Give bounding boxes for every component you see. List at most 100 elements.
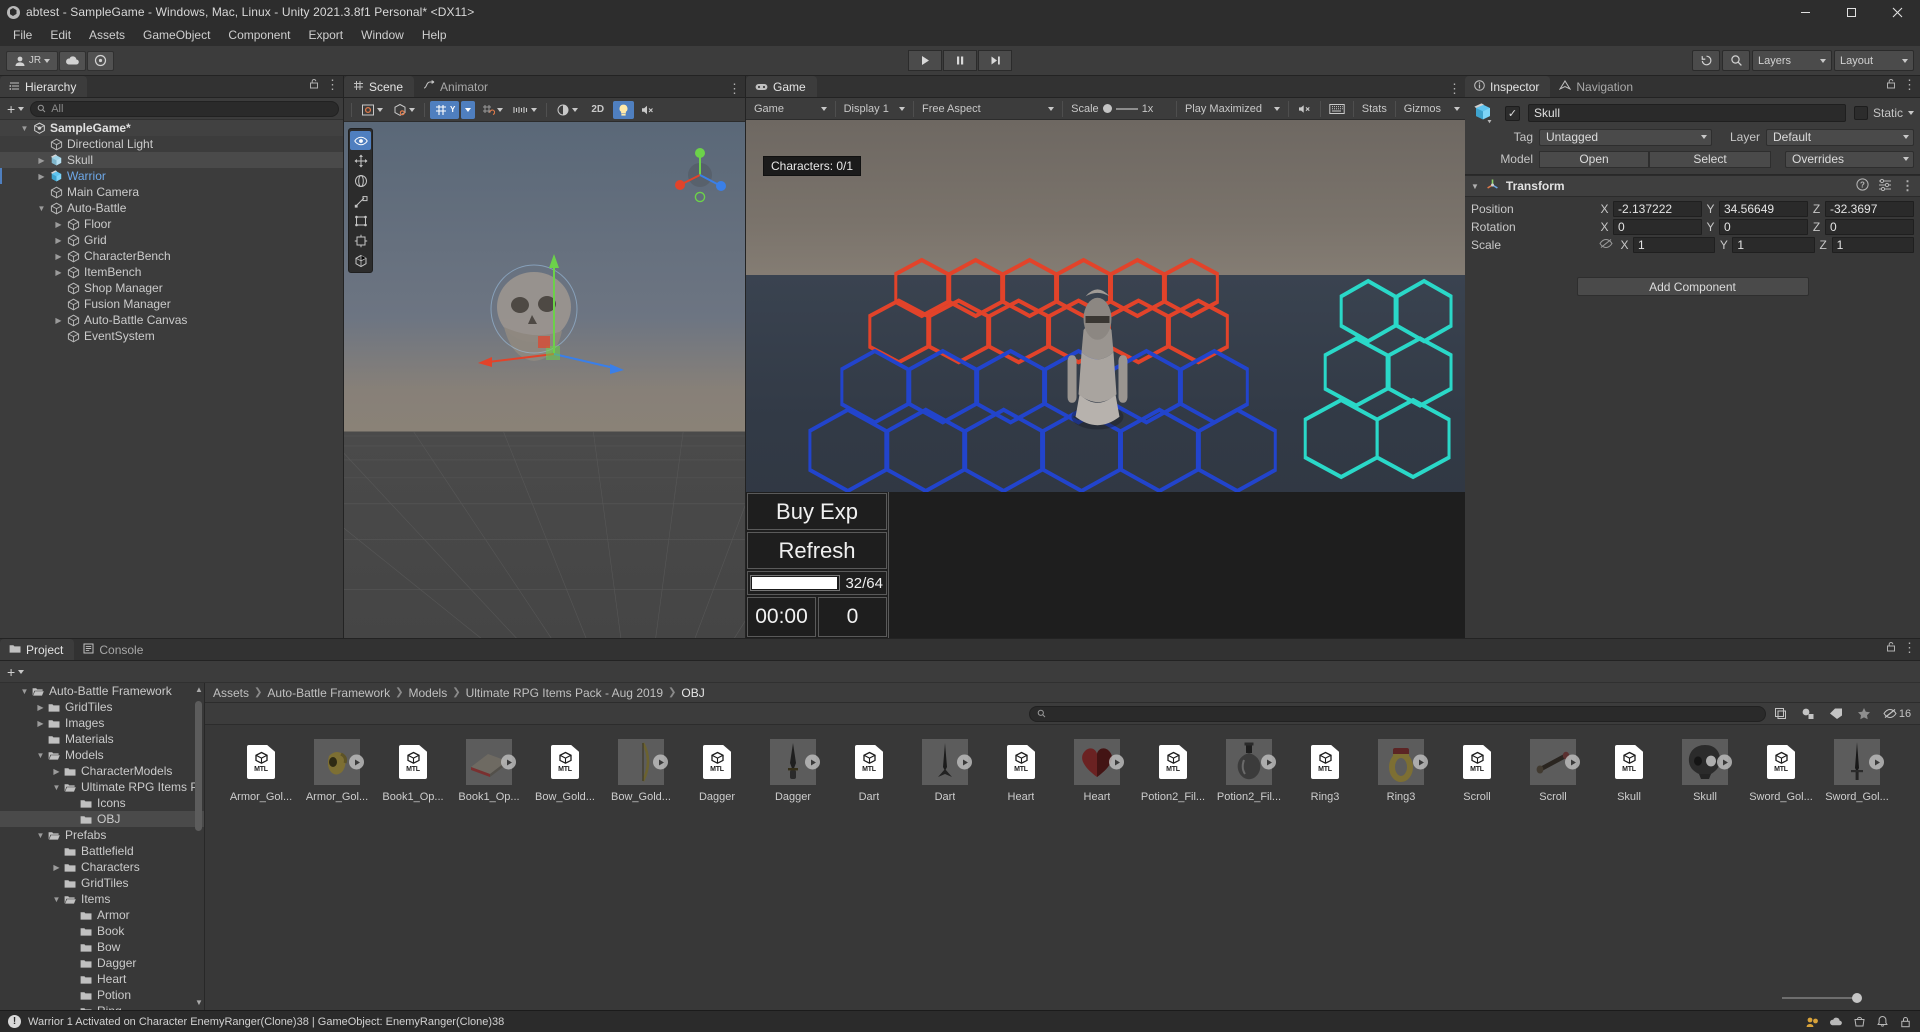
hierarchy-item-grid[interactable]: ▶ Grid — [0, 232, 343, 248]
project-add-button[interactable]: + — [4, 664, 27, 680]
expander-arrow[interactable]: ▼ — [34, 751, 47, 760]
scene-grid-snap-button[interactable] — [477, 101, 507, 119]
position-y-field[interactable]: 34.56649 — [1719, 201, 1808, 217]
overrides-dropdown[interactable]: Overrides — [1785, 150, 1914, 168]
scene-menu-icon[interactable]: ⋮ — [728, 82, 741, 95]
static-checkbox[interactable] — [1853, 106, 1868, 120]
menu-item-assets[interactable]: Assets — [80, 25, 134, 45]
breadcrumb-item[interactable]: Assets — [213, 686, 249, 700]
preview-play-badge[interactable] — [1565, 754, 1580, 770]
scale-tool-button[interactable] — [350, 191, 371, 210]
asset-item[interactable]: Book1_Op... — [451, 739, 527, 803]
game-stats-button[interactable]: Stats — [1354, 100, 1395, 118]
hierarchy-item-shop-manager[interactable]: Shop Manager — [0, 280, 343, 296]
scroll-up-arrow[interactable]: ▲ — [195, 685, 203, 695]
menu-item-window[interactable]: Window — [352, 25, 413, 45]
tab-inspector[interactable]: Inspector — [1465, 76, 1551, 97]
project-folder-gridtiles[interactable]: GridTiles — [0, 875, 204, 891]
preset-icon[interactable] — [1878, 178, 1892, 194]
asset-item[interactable]: Dart — [907, 739, 983, 803]
buy-exp-button[interactable]: Buy Exp — [747, 493, 887, 530]
chevron-down-icon[interactable]: ▼ — [1471, 182, 1479, 191]
search-button[interactable] — [1722, 50, 1750, 71]
hierarchy-search-input[interactable]: All — [30, 100, 339, 117]
tab-scene[interactable]: Scene — [344, 76, 415, 97]
layer-dropdown[interactable]: Default — [1766, 128, 1914, 146]
game-ui-shop-panel[interactable] — [889, 492, 1465, 638]
game-view[interactable]: Characters: 0/1 Buy Exp Refresh 32/64 00… — [746, 120, 1465, 638]
asset-item[interactable]: MTL Dagger — [679, 739, 755, 803]
menu-item-edit[interactable]: Edit — [41, 25, 80, 45]
project-folder-armor[interactable]: Armor — [0, 907, 204, 923]
search-by-label-icon[interactable] — [1822, 705, 1850, 723]
notification-bell-icon[interactable] — [1875, 1015, 1889, 1029]
preview-play-badge[interactable] — [805, 754, 820, 770]
asset-item[interactable]: MTL Scroll — [1439, 739, 1515, 803]
project-lock-icon[interactable] — [1886, 639, 1896, 657]
scene-grid-axis-button[interactable]: Y — [430, 100, 460, 119]
asset-item[interactable]: MTL Bow_Gold... — [527, 739, 603, 803]
component-menu-icon[interactable]: ⋮ — [1901, 179, 1914, 192]
cloud-icon[interactable] — [1829, 1015, 1843, 1029]
game-playmode-dropdown[interactable]: Play Maximized — [1177, 100, 1288, 118]
project-folder-charactermodels[interactable]: ▶ CharacterModels — [0, 763, 204, 779]
scale-z-field[interactable]: 1 — [1831, 237, 1914, 253]
asset-item[interactable]: Potion2_Fil... — [1211, 739, 1287, 803]
asset-item[interactable]: Ring3 — [1363, 739, 1439, 803]
project-folder-potion[interactable]: Potion — [0, 987, 204, 1003]
preview-play-badge[interactable] — [957, 754, 972, 770]
expander-arrow[interactable]: ▶ — [52, 252, 65, 261]
project-folder-book[interactable]: Book — [0, 923, 204, 939]
project-folder-dagger[interactable]: Dagger — [0, 955, 204, 971]
play-button[interactable] — [908, 50, 942, 71]
search-by-type-icon[interactable] — [1794, 705, 1822, 723]
game-aspect-dropdown[interactable]: Free Aspect — [914, 100, 1062, 118]
assets-grid[interactable]: MTL Armor_Gol... Armor_Gol... MTL Book1_Op..… — [205, 725, 1920, 1010]
project-folder-prefabs[interactable]: ▼ Prefabs — [0, 827, 204, 843]
hierarchy-item-eventsystem[interactable]: EventSystem — [0, 328, 343, 344]
account-button[interactable]: JR — [6, 50, 58, 71]
tab-console[interactable]: Console — [74, 639, 154, 660]
expander-arrow[interactable]: ▼ — [50, 895, 63, 904]
undo-history-button[interactable] — [1692, 50, 1720, 71]
tab-project[interactable]: Project — [0, 639, 75, 660]
favorites-icon[interactable] — [1850, 705, 1878, 723]
custom-tool-button[interactable] — [350, 251, 371, 270]
project-folder-images[interactable]: ▶ Images — [0, 715, 204, 731]
preview-play-badge[interactable] — [1413, 754, 1428, 770]
tab-navigation[interactable]: Navigation — [1550, 76, 1644, 97]
project-menu-icon[interactable]: ⋮ — [1903, 641, 1916, 654]
transform-tool-button[interactable] — [350, 231, 371, 250]
add-component-button[interactable]: Add Component — [1576, 277, 1809, 296]
expander-arrow[interactable]: ▼ — [35, 204, 48, 213]
zoom-slider-knob[interactable] — [1852, 993, 1862, 1003]
assets-zoom-slider[interactable] — [1782, 992, 1902, 1004]
cloud-button[interactable] — [59, 50, 86, 71]
game-display-dropdown[interactable]: Display 1 — [836, 100, 913, 118]
minimize-button[interactable] — [1782, 0, 1828, 24]
game-vsync-button[interactable] — [1321, 100, 1353, 118]
game-gizmos-dropdown[interactable] — [1449, 100, 1465, 118]
menu-item-export[interactable]: Export — [299, 25, 352, 45]
breadcrumb[interactable]: Assets ❯ Auto-Battle Framework ❯ Models ❯ Ulti… — [205, 683, 1920, 703]
collab-icon[interactable] — [1806, 1015, 1820, 1029]
view-tool-button[interactable] — [350, 131, 371, 150]
hierarchy-item-samplegame[interactable]: ▼ SampleGame* — [0, 120, 343, 136]
preview-play-badge[interactable] — [501, 754, 516, 770]
asset-item[interactable]: MTL Potion2_Fil... — [1135, 739, 1211, 803]
preview-play-badge[interactable] — [1869, 754, 1884, 770]
asset-item[interactable]: MTL Book1_Op... — [375, 739, 451, 803]
move-tool-button[interactable] — [350, 151, 371, 170]
hidden-packages-indicator[interactable]: 16 — [1878, 705, 1916, 723]
constrain-proportions-icon[interactable] — [1599, 238, 1613, 252]
expander-arrow[interactable]: ▶ — [34, 719, 47, 728]
expander-arrow[interactable]: ▼ — [18, 124, 31, 133]
asset-item[interactable]: Sword_Gol... — [1819, 739, 1895, 803]
preview-play-badge[interactable] — [1261, 754, 1276, 770]
pause-button[interactable] — [943, 50, 977, 71]
hierarchy-tree[interactable]: ▼ SampleGame* Directional Light ▶ Skull ▶ Warr… — [0, 120, 343, 638]
project-folder-battlefield[interactable]: Battlefield — [0, 843, 204, 859]
object-enabled-checkbox[interactable]: ✓ — [1505, 105, 1520, 121]
game-gizmos-button[interactable]: Gizmos — [1396, 100, 1449, 118]
asset-item[interactable]: MTL Heart — [983, 739, 1059, 803]
